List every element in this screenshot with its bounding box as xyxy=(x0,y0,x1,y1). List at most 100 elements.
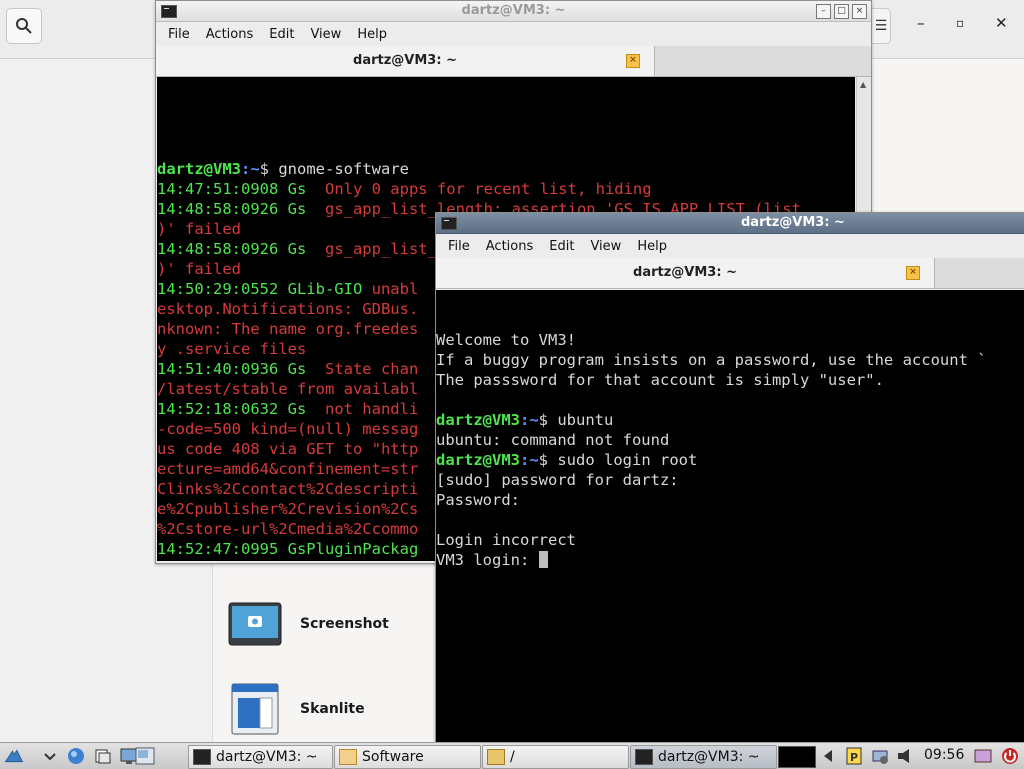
output-text: VM3 login: xyxy=(436,551,539,569)
menubar: File Actions Edit View Help xyxy=(156,22,871,46)
taskbar: dartz@VM3: ~ Software / dartz@VM3: ~ P 0… xyxy=(0,742,1024,769)
output-text: Password: xyxy=(436,491,520,509)
prompt-user: dartz@VM3 xyxy=(157,160,241,178)
menu-view[interactable]: View xyxy=(302,27,349,42)
output-text: Welcome to VM3! xyxy=(436,331,576,349)
output-text: [sudo] password for dartz: xyxy=(436,471,679,489)
tab-bar: dartz@VM3: ~ × xyxy=(156,46,871,77)
terminal-output[interactable]: Welcome to VM3! If a buggy program insist… xyxy=(436,290,1024,753)
terminal-line: dartz@VM3:~$ gnome-software xyxy=(157,159,855,179)
task-terminal-1[interactable]: dartz@VM3: ~ xyxy=(188,745,333,769)
tab-close-icon[interactable]: × xyxy=(626,54,640,68)
log-timestamp: 14:48:58:0926 Gs xyxy=(157,240,325,258)
menu-edit[interactable]: Edit xyxy=(261,27,302,42)
command-text: $ sudo login root xyxy=(538,451,698,469)
scanner-icon xyxy=(231,683,279,735)
app-row-screenshot[interactable]: Screenshot xyxy=(228,602,389,646)
menu-help[interactable]: Help xyxy=(629,239,675,254)
terminal-window-front[interactable]: dartz@VM3: ~ File Actions Edit View Help… xyxy=(435,212,1024,754)
maximize-button[interactable]: □ xyxy=(834,4,849,19)
terminal-line: 14:47:51:0908 Gs Only 0 apps for recent … xyxy=(157,179,855,199)
log-timestamp: 14:50:29:0552 GLib-GIO xyxy=(157,280,363,298)
browser-icon[interactable] xyxy=(66,746,86,766)
power-icon[interactable] xyxy=(1000,746,1020,766)
log-message: Clinks%2Ccontact%2Cdescripti xyxy=(157,480,419,498)
task-label: / xyxy=(510,749,515,765)
app-row-skanlite[interactable]: Skanlite xyxy=(228,682,365,736)
close-button[interactable]: ✕ xyxy=(995,14,1008,32)
tab-label: dartz@VM3: ~ xyxy=(353,53,457,68)
terminal-line: VM3 login: xyxy=(436,550,1024,570)
log-message: us code 408 via GET to "http xyxy=(157,440,419,458)
start-menu-icon[interactable] xyxy=(4,746,24,766)
task-label: Software xyxy=(362,749,424,765)
menu-button[interactable]: ☰ xyxy=(872,8,891,44)
dropdown-icon[interactable] xyxy=(40,746,60,766)
scroll-up-icon[interactable]: ▲ xyxy=(860,80,866,89)
prompt-path: :~ xyxy=(241,160,260,178)
terminal-line: ubuntu: command not found xyxy=(436,430,1024,450)
log-message: )' failed xyxy=(157,260,241,278)
log-message: %2Cstore-url%2Cmedia%2Ccommo xyxy=(157,520,419,538)
tab-bar: dartz@VM3: ~ × xyxy=(436,258,1024,289)
output-text: The passsword for that account is simply… xyxy=(436,371,884,389)
tab-close-icon[interactable]: × xyxy=(906,266,920,280)
terminal-icon xyxy=(635,749,653,765)
minimize-button[interactable]: – xyxy=(816,4,831,19)
log-message: esktop.Notifications: GDBus. xyxy=(157,300,419,318)
log-timestamp: 14:52:18:0632 Gs xyxy=(157,400,325,418)
menu-view[interactable]: View xyxy=(582,239,629,254)
volume-icon[interactable] xyxy=(896,746,916,766)
output-text: If a buggy program insists on a password… xyxy=(436,351,987,369)
menu-help[interactable]: Help xyxy=(349,27,395,42)
clock[interactable]: 09:56 xyxy=(924,747,964,763)
terminal-line: Login incorrect xyxy=(436,530,1024,550)
search-button[interactable] xyxy=(6,8,42,44)
prompt-path: :~ xyxy=(520,451,539,469)
menu-edit[interactable]: Edit xyxy=(541,239,582,254)
menu-file[interactable]: File xyxy=(160,27,198,42)
terminal-line: Password: xyxy=(436,490,1024,510)
window-title: dartz@VM3: ~ xyxy=(741,215,845,230)
files-icon[interactable] xyxy=(93,746,113,766)
prompt-user: dartz@VM3 xyxy=(436,451,520,469)
log-message: ecture=amd64&confinement=str xyxy=(157,460,419,478)
task-folder[interactable]: / xyxy=(482,745,629,769)
terminal-icon xyxy=(193,749,211,765)
menu-file[interactable]: File xyxy=(440,239,478,254)
workspace-icon[interactable] xyxy=(135,746,155,766)
close-button[interactable]: × xyxy=(852,4,867,19)
terminal-line: dartz@VM3:~$ sudo login root xyxy=(436,450,1024,470)
log-message: y .service files xyxy=(157,340,307,358)
terminal-line: dartz@VM3:~$ ubuntu xyxy=(436,410,1024,430)
maximize-button[interactable]: ▫ xyxy=(956,16,964,30)
task-terminal-2[interactable]: dartz@VM3: ~ xyxy=(630,745,777,769)
tab-label: dartz@VM3: ~ xyxy=(633,265,737,280)
terminal-line: If a buggy program insists on a password… xyxy=(436,350,1024,370)
terminal-line: Welcome to VM3! xyxy=(436,330,1024,350)
task-software[interactable]: Software xyxy=(334,745,481,769)
network-icon[interactable] xyxy=(870,746,890,766)
menubar: File Actions Edit View Help xyxy=(436,234,1024,258)
app-name: Screenshot xyxy=(300,616,389,632)
clipboard-icon[interactable]: P xyxy=(844,746,864,766)
menu-actions[interactable]: Actions xyxy=(198,27,262,42)
cpu-monitor-icon[interactable] xyxy=(778,746,816,768)
titlebar[interactable]: dartz@VM3: ~ xyxy=(436,213,1024,234)
log-timestamp: 14:52:47:0995 GsPluginPackag xyxy=(157,540,419,558)
menu-actions[interactable]: Actions xyxy=(478,239,542,254)
log-timestamp: 14:48:58:0926 Gs xyxy=(157,200,325,218)
log-message: Only 0 apps for recent list, hiding xyxy=(324,180,652,198)
tab-terminal[interactable]: dartz@VM3: ~ × xyxy=(156,46,655,76)
back-arrow-icon[interactable] xyxy=(818,746,838,766)
task-label: dartz@VM3: ~ xyxy=(658,749,760,765)
screenshot-icon[interactable] xyxy=(973,746,993,766)
software-icon xyxy=(339,749,357,765)
svg-text:P: P xyxy=(850,751,858,764)
minimize-button[interactable]: – xyxy=(917,14,925,32)
titlebar[interactable]: dartz@VM3: ~ – □ × xyxy=(156,1,871,22)
window-title: dartz@VM3: ~ xyxy=(461,3,566,18)
app-name: Skanlite xyxy=(300,701,365,717)
tab-terminal[interactable]: dartz@VM3: ~ × xyxy=(436,258,935,288)
